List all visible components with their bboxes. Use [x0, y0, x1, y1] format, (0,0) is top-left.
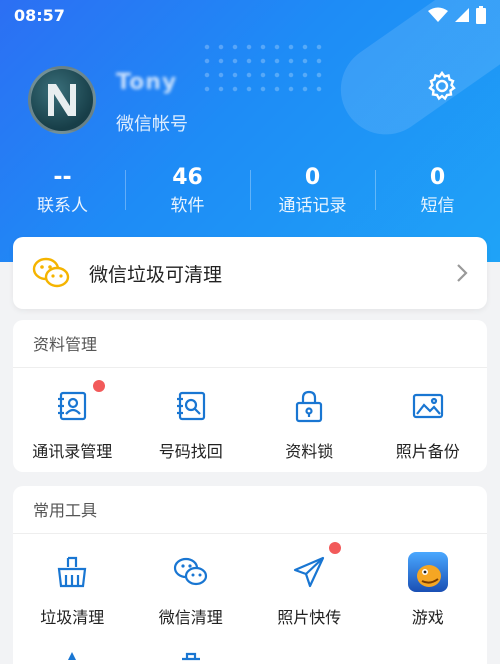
item-label: 游戏: [411, 608, 444, 627]
signal-icon: [455, 8, 469, 22]
tool-grid-row2: [13, 636, 487, 664]
data-management-section: 资料管理 通讯录管理 号码找回 资料锁 照片备份: [13, 320, 487, 472]
status-bar: 08:57: [0, 0, 500, 30]
junk-clean-item[interactable]: 垃圾清理: [13, 534, 132, 636]
stat-contacts[interactable]: -- 联系人: [0, 158, 125, 224]
tool-item-partial[interactable]: [132, 636, 251, 664]
stat-label: 软件: [170, 196, 205, 216]
stat-value: 0: [429, 165, 446, 190]
section-title: 资料管理: [13, 320, 487, 368]
banner-title: 微信垃圾可清理: [89, 263, 223, 286]
stat-label: 联系人: [37, 196, 88, 216]
item-label: 资料锁: [285, 442, 334, 461]
wifi-icon: [428, 7, 448, 22]
stat-call-log[interactable]: 0 通话记录: [250, 158, 375, 224]
avatar-logo-icon: [48, 84, 76, 116]
status-icons: [428, 6, 486, 24]
tool-grid: 垃圾清理 微信清理 照片快传 游戏: [13, 534, 487, 636]
stat-sms[interactable]: 0 短信: [375, 158, 500, 224]
item-label: 微信清理: [158, 608, 223, 627]
tool-grid: 通讯录管理 号码找回 资料锁 照片备份: [13, 368, 487, 470]
settings-button[interactable]: [420, 64, 464, 108]
item-label: 号码找回: [158, 442, 223, 461]
item-label: 照片快传: [277, 608, 342, 627]
header-dot-pattern: [200, 40, 330, 100]
game-app-icon: [407, 552, 448, 592]
username: Tony: [116, 70, 178, 95]
chevron-right-icon: [457, 264, 468, 282]
wechat-cleanup-banner[interactable]: 微信垃圾可清理: [13, 237, 487, 309]
stat-value: 0: [304, 165, 321, 190]
contacts-icon: [52, 386, 92, 426]
notification-badge: [93, 380, 105, 392]
wechat-clean-item[interactable]: 微信清理: [132, 534, 341, 636]
stat-value: --: [53, 165, 72, 190]
broom-icon: [52, 552, 92, 592]
section-title: 常用工具: [13, 486, 487, 534]
stats-bar: -- 联系人 46 软件 0 通话记录 0 短信: [0, 158, 500, 224]
avatar[interactable]: [28, 66, 96, 134]
item-label: 通讯录管理: [32, 442, 113, 461]
item-label: 照片备份: [395, 442, 460, 461]
bag-icon: [181, 652, 200, 661]
stat-value: 46: [172, 165, 203, 190]
account-label[interactable]: 微信帐号: [116, 110, 188, 136]
lock-icon: [289, 386, 329, 426]
photo-backup-item[interactable]: 照片备份: [369, 368, 488, 470]
games-item[interactable]: 游戏: [369, 534, 488, 636]
stat-label: 短信: [420, 196, 455, 216]
stat-apps[interactable]: 46 软件: [125, 158, 250, 224]
stat-label: 通话记录: [278, 196, 347, 216]
wechat-icon: [32, 257, 70, 288]
paper-plane-icon: [289, 552, 329, 592]
item-label: 垃圾清理: [40, 608, 105, 627]
status-time: 08:57: [14, 5, 65, 25]
drop-icon: [68, 652, 77, 660]
battery-icon: [476, 6, 486, 24]
number-search-icon: [171, 386, 211, 426]
photo-icon: [408, 386, 448, 426]
tool-item-partial[interactable]: [13, 636, 132, 664]
data-lock-item[interactable]: 资料锁: [250, 368, 369, 470]
contacts-manager-item[interactable]: 通讯录管理: [13, 368, 132, 470]
number-recovery-item[interactable]: 号码找回: [132, 368, 251, 470]
gear-icon: [428, 70, 456, 101]
photo-transfer-item[interactable]: 照片快传: [250, 534, 369, 636]
wechat-icon: [171, 552, 211, 592]
common-tools-section: 常用工具 垃圾清理 微信清理 照片快传 游戏: [13, 486, 487, 664]
